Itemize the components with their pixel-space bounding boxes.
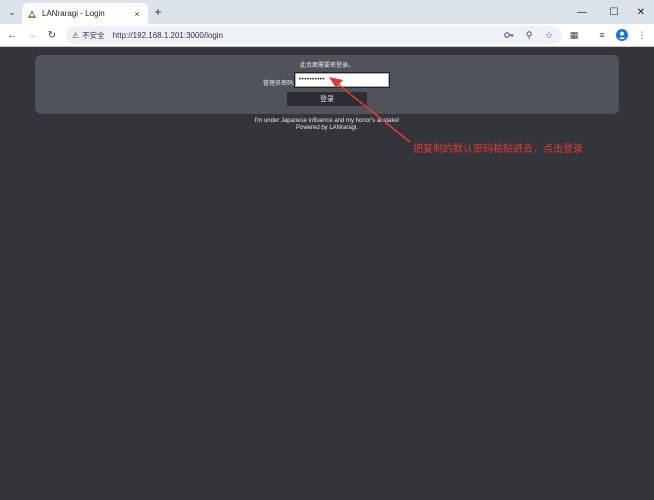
close-icon: ✕ bbox=[636, 6, 646, 18]
browser-toolbar: ← → ↻ ⚠ 不安全 http://192.168.1.201:3000/lo… bbox=[0, 24, 654, 47]
bookmark-star-icon[interactable]: ☆ bbox=[542, 28, 556, 42]
avatar-icon bbox=[616, 29, 628, 41]
arrow-left-icon: ← bbox=[7, 29, 17, 41]
security-label: 不安全 bbox=[82, 30, 105, 40]
url-text[interactable]: http://192.168.1.201:3000/login bbox=[113, 31, 496, 40]
address-bar[interactable]: ⚠ 不安全 http://192.168.1.201:3000/login ⚲ … bbox=[66, 26, 562, 44]
chevron-down-icon: ⌄ bbox=[8, 6, 16, 17]
password-key-icon[interactable] bbox=[502, 28, 516, 42]
forward-button[interactable]: → bbox=[24, 27, 40, 43]
puzzle-icon: ▦ bbox=[569, 29, 579, 40]
maximize-icon: ☐ bbox=[609, 6, 619, 18]
tab-search-button[interactable]: ⌄ bbox=[4, 4, 20, 20]
tab-strip: ⌄ LANraragi - Login × + — ☐ ✕ bbox=[0, 0, 654, 24]
extensions-button[interactable]: ▦ bbox=[566, 27, 582, 43]
page-content: 此页面需要密登录。 管理员密码: •••••••••• 登录 I'm under… bbox=[0, 47, 654, 500]
tab-media-button[interactable]: ≡ bbox=[594, 27, 610, 43]
security-indicator[interactable]: ⚠ 不安全 bbox=[72, 30, 105, 41]
annotation-text: 把复制的默认密码粘贴进去，点击登录 bbox=[413, 144, 583, 155]
more-vert-icon: ⋮ bbox=[637, 29, 647, 40]
browser-menu-button[interactable]: ⋮ bbox=[634, 27, 650, 43]
warning-icon: ⚠ bbox=[72, 30, 80, 40]
back-button[interactable]: ← bbox=[4, 27, 20, 43]
lanraragi-favicon-icon bbox=[27, 9, 37, 19]
minimize-icon: — bbox=[577, 6, 587, 18]
new-tab-button[interactable]: + bbox=[151, 5, 165, 19]
tab-title: LANraragi - Login bbox=[42, 9, 105, 18]
profile-button[interactable] bbox=[614, 27, 630, 43]
tab-lanraragi-login[interactable]: LANraragi - Login × bbox=[22, 3, 148, 24]
reload-button[interactable]: ↻ bbox=[44, 27, 60, 43]
annotation-arrow bbox=[329, 77, 411, 143]
maximize-button[interactable]: ☐ bbox=[599, 0, 629, 24]
media-list-icon: ≡ bbox=[599, 30, 605, 40]
close-window-button[interactable]: ✕ bbox=[626, 0, 654, 24]
reload-icon: ↻ bbox=[47, 29, 57, 41]
tab-close-icon[interactable]: × bbox=[131, 9, 143, 19]
minimize-button[interactable]: — bbox=[567, 0, 597, 24]
zoom-icon[interactable]: ⚲ bbox=[522, 28, 536, 42]
arrow-right-icon: → bbox=[27, 29, 37, 41]
